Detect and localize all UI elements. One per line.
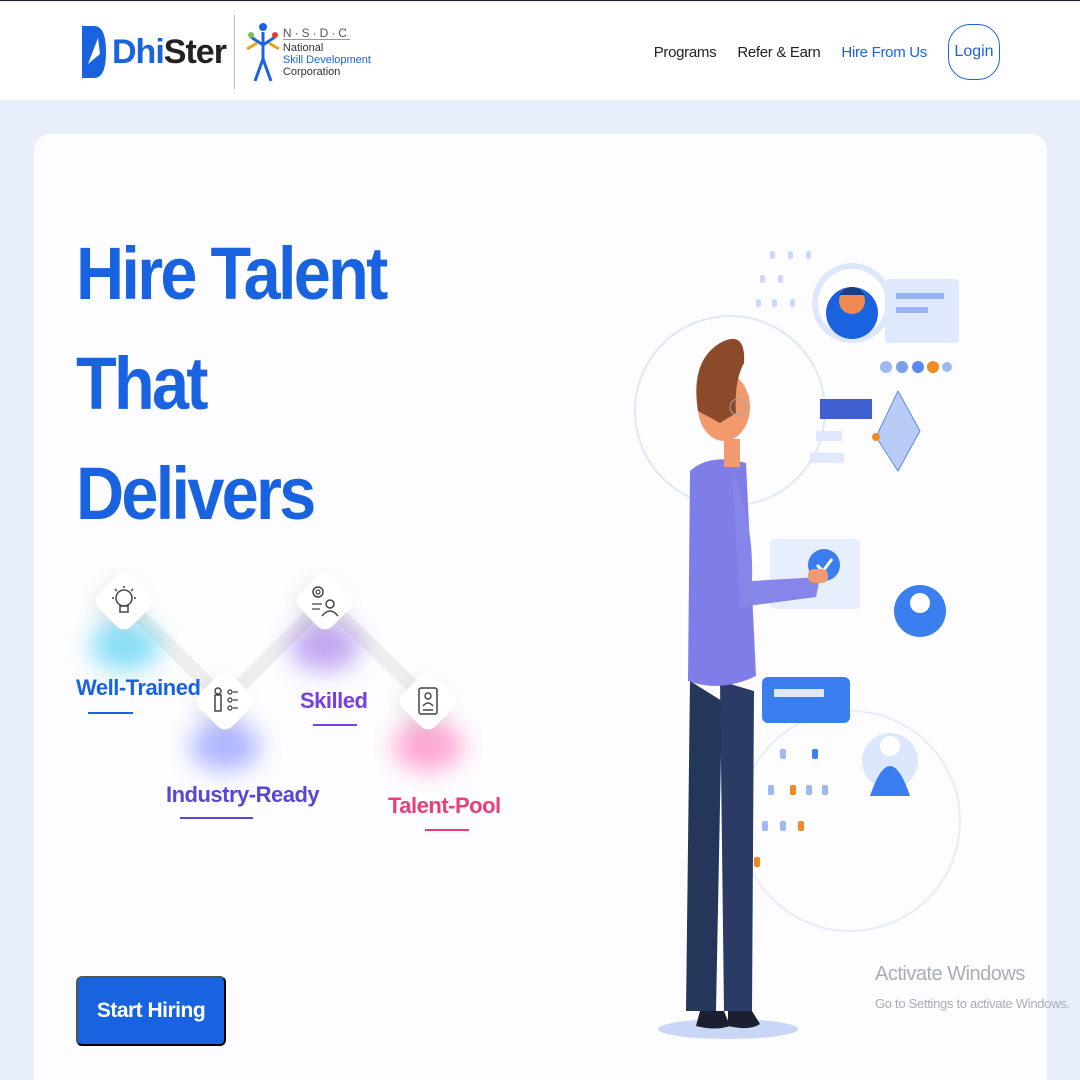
step-label-well-trained: Well-Trained xyxy=(76,675,201,700)
id-badge-icon xyxy=(418,687,438,715)
nsdc-line1: National xyxy=(282,41,324,54)
recruiter-illustration xyxy=(634,251,961,1039)
step-label-industry-ready: Industry-Ready xyxy=(166,782,320,807)
nav-programs[interactable]: Programs xyxy=(654,44,717,61)
dhister-logo-icon xyxy=(82,26,106,78)
watermark-title: Activate Windows xyxy=(875,963,1025,985)
nsdc-figures-icon xyxy=(246,23,280,82)
underline-skilled xyxy=(313,724,357,726)
hero-headline: Hire Talent That Delivers xyxy=(76,219,490,549)
logo-wordmark: DhiSter xyxy=(112,32,227,71)
underline-talent-pool xyxy=(425,829,469,831)
site-header: DhiSter N·S·D·C National Skill Developme… xyxy=(0,2,1080,100)
step-label-talent-pool: Talent-Pool xyxy=(388,793,501,818)
headline-line-2: Delivers xyxy=(76,452,316,535)
step-label-skilled: Skilled xyxy=(300,688,368,713)
gear-person-icon xyxy=(312,586,339,617)
main-nav: Programs Refer & Earn Hire From Us Login xyxy=(654,24,1000,80)
nsdc-logo: N·S·D·C National Skill Development Corpo… xyxy=(245,19,371,85)
windows-activation-watermark: Activate Windows Go to Settings to activ… xyxy=(875,963,1070,1011)
logo-divider xyxy=(233,15,235,89)
nav-refer-earn[interactable]: Refer & Earn xyxy=(737,44,820,61)
nsdc-abbr: N·S·D·C xyxy=(282,25,350,40)
watermark-subtitle: Go to Settings to activate Windows. xyxy=(875,996,1070,1011)
underline-well-trained xyxy=(88,712,133,714)
dhister-logo[interactable]: DhiSter N·S·D·C National Skill Developme… xyxy=(80,15,371,89)
talent-steps-diagram: Well-Trained Industry-Ready Skilled Tale… xyxy=(60,551,520,851)
person-checklist-icon xyxy=(214,687,238,712)
nsdc-line2: Skill Development xyxy=(282,53,371,66)
headline-line-1: Hire Talent That xyxy=(76,232,388,425)
login-button[interactable]: Login xyxy=(948,24,1000,80)
start-hiring-button[interactable]: Start Hiring xyxy=(76,976,226,1046)
lightbulb-icon xyxy=(112,586,136,613)
nav-hire-from-us[interactable]: Hire From Us xyxy=(841,44,927,61)
nsdc-line3: Corporation xyxy=(282,65,341,78)
underline-industry-ready xyxy=(180,817,253,819)
